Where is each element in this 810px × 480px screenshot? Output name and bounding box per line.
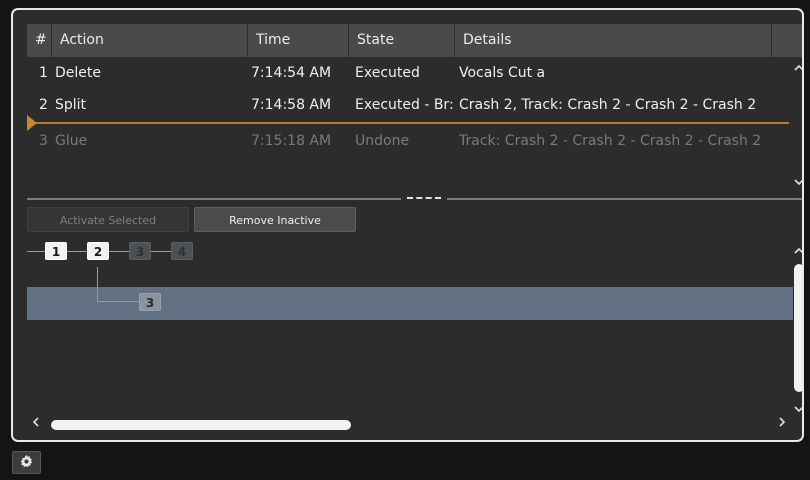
row-action: Delete [55, 65, 101, 81]
tree-branch-connector-vertical [97, 267, 98, 301]
chevron-up-icon[interactable] [789, 61, 802, 77]
column-header-details[interactable]: Details [455, 24, 772, 57]
row-state: Undone [355, 133, 410, 149]
row-number: 2 [39, 97, 48, 113]
row-time: 7:14:54 AM [251, 65, 332, 81]
column-header-state[interactable]: State [349, 24, 455, 57]
history-panel: # Action Time State Details 1 Delete 7:1… [11, 8, 804, 442]
history-list: 1 Delete 7:14:54 AM Executed Vocals Cut … [27, 57, 789, 193]
row-time: 7:14:58 AM [251, 97, 332, 113]
row-details: Track: Crash 2 - Crash 2 - Crash 2 - Cra… [459, 133, 762, 149]
history-tree: 1 2 3 4 3 [27, 234, 793, 414]
playhead-line [27, 122, 789, 124]
column-header-spacer [772, 24, 802, 57]
table-header: # Action Time State Details [27, 24, 802, 57]
gear-icon [20, 453, 33, 472]
row-number: 1 [39, 65, 48, 81]
tree-branch-node[interactable]: 3 [139, 293, 161, 311]
tree-node[interactable]: 3 [129, 242, 151, 260]
chevron-left-icon[interactable] [29, 416, 43, 432]
table-vertical-scrollbar[interactable] [789, 57, 802, 193]
row-action: Glue [55, 133, 88, 149]
splitter-grip[interactable] [407, 197, 441, 201]
vertical-scroll-thumb[interactable] [794, 264, 802, 392]
table-row[interactable]: 3 Glue 7:15:18 AM Undone Track: Crash 2 … [27, 125, 789, 157]
row-state: Executed [355, 65, 420, 81]
chevron-right-icon[interactable] [775, 416, 789, 432]
tree-horizontal-scrollbar[interactable] [27, 416, 793, 433]
splitter-line-right [447, 198, 802, 200]
row-details: Vocals Cut a [459, 65, 546, 81]
row-details: Crash 2, Track: Crash 2 - Crash 2 - Cras… [459, 97, 757, 113]
panel-splitter[interactable] [27, 197, 802, 201]
horizontal-scroll-thumb[interactable] [51, 420, 351, 430]
tree-branch-connector-horizontal [97, 301, 139, 302]
row-time: 7:15:18 AM [251, 133, 332, 149]
table-row[interactable]: 1 Delete 7:14:54 AM Executed Vocals Cut … [27, 57, 789, 89]
row-action: Split [55, 97, 87, 113]
table-row[interactable]: 2 Split 7:14:58 AM Executed - Br: Crash … [27, 89, 789, 121]
activate-selected-button[interactable]: Activate Selected [27, 207, 189, 232]
tree-node[interactable]: 2 [87, 242, 109, 260]
splitter-line-left [27, 198, 401, 200]
row-number: 3 [39, 133, 48, 149]
column-header-number[interactable]: # [27, 24, 52, 57]
column-header-action[interactable]: Action [52, 24, 248, 57]
chevron-up-icon[interactable] [789, 244, 802, 260]
row-state: Executed - Br: [355, 97, 454, 113]
tree-node[interactable]: 1 [45, 242, 67, 260]
remove-inactive-button[interactable]: Remove Inactive [194, 207, 356, 232]
settings-button[interactable] [12, 451, 41, 474]
tree-node[interactable]: 4 [171, 242, 193, 260]
tree-vertical-scrollbar[interactable] [789, 234, 802, 414]
column-header-time[interactable]: Time [248, 24, 349, 57]
chevron-down-icon[interactable] [789, 175, 802, 191]
